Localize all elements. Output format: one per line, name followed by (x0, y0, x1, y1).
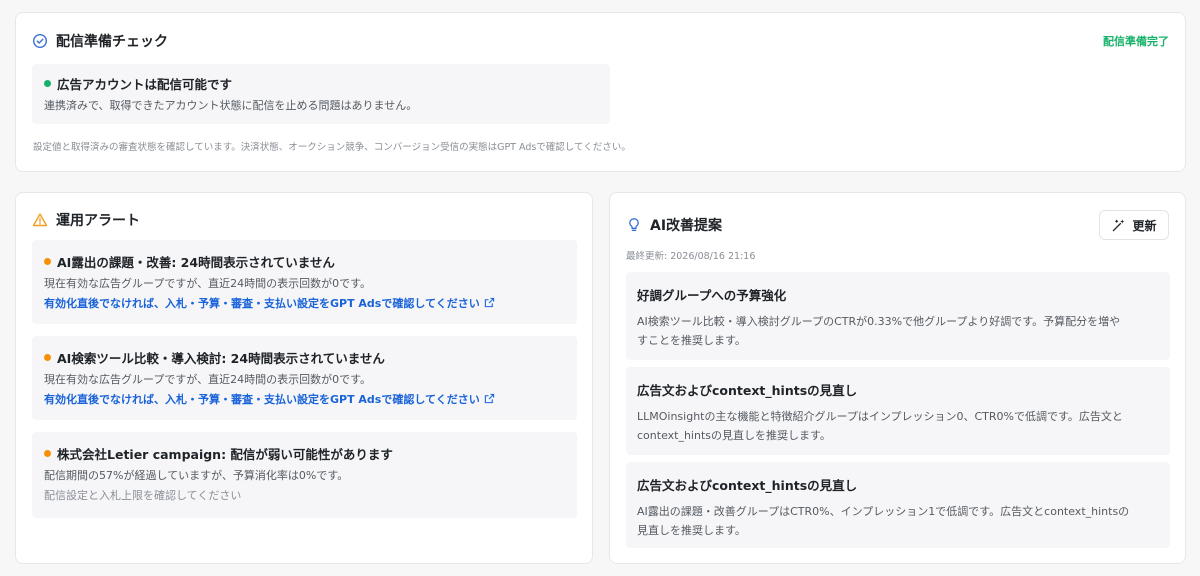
warning-dot-icon (44, 258, 51, 265)
suggestion-text: LLMOinsightの主な機能と特徴紹介グループはインプレッション0、CTR0… (637, 407, 1159, 446)
readiness-card: 配信準備チェック 配信準備完了 広告アカウントは配信可能です 連携済みで、取得で… (15, 12, 1186, 172)
ai-header: AI改善提案 (626, 215, 722, 235)
warning-dot-icon (44, 450, 51, 457)
suggestion-title: 広告文およびcontext_hintsの見直し (637, 478, 858, 493)
alert-text: 現在有効な広告グループですが、直近24時間の表示回数が0です。 (44, 373, 372, 386)
suggestion-title: 好調グループへの予算強化 (637, 288, 787, 303)
suggestion-item: 好調グループへの予算強化 AI検索ツール比較・導入検討グループのCTRが0.33… (626, 272, 1170, 360)
alert-text: 現在有効な広告グループですが、直近24時間の表示回数が0です。 (44, 277, 372, 290)
ai-title: AI改善提案 (650, 218, 723, 234)
account-status-title-row: 広告アカウントは配信可能です (44, 74, 598, 93)
alert-item: AI検索ツール比較・導入検討: 24時間表示されていません 現在有効な広告グルー… (32, 336, 577, 420)
alert-title-row: AI検索ツール比較・導入検討: 24時間表示されていません (44, 348, 565, 367)
alert-title: AI露出の課題・改善: 24時間表示されていません (57, 255, 335, 270)
suggestion-text: AI露出の課題・改善グループはCTR0%、インプレッション1で低調です。広告文と… (637, 502, 1159, 541)
alerts-card: 運用アラート AI露出の課題・改善: 24時間表示されていません 現在有効な広告… (15, 192, 593, 564)
warning-dot-icon (44, 354, 51, 361)
external-link-icon[interactable] (484, 297, 495, 308)
alert-sub-text: 配信設定と入札上限を確認してください (44, 488, 242, 502)
suggestion-text: AI検索ツール比較・導入検討グループのCTRが0.33%で他グループより好調です… (637, 312, 1159, 351)
alert-link[interactable]: 有効化直後でなければ、入札・予算・審査・支払い設定をGPT Adsで確認してくだ… (44, 295, 565, 311)
alert-title-row: AI露出の課題・改善: 24時間表示されていません (44, 252, 565, 271)
external-link-icon[interactable] (484, 393, 495, 404)
magic-wand-icon[interactable] (1111, 218, 1126, 233)
lightbulb-icon (626, 217, 642, 233)
account-status-title: 広告アカウントは配信可能です (57, 77, 233, 92)
suggestion-text-line: LLMOinsightの主な機能と特徴紹介グループはインプレッション0、CTR0… (637, 410, 1123, 423)
refresh-button-label[interactable]: 更新 (1132, 217, 1156, 234)
suggestion-text-line: context_hintsの見直しを推奨します。 (637, 429, 831, 443)
suggestion-text-line: AI検索ツール比較・導入検討グループのCTRが0.33%で他グループより好調です… (637, 315, 1121, 328)
readiness-footnote: 設定値と取得済みの審査状態を確認しています。決済状態、オークション競争、コンバー… (33, 142, 631, 153)
suggestion-title: 広告文およびcontext_hintsの見直し (637, 383, 858, 398)
alerts-header: 運用アラート (32, 210, 140, 230)
alert-item: AI露出の課題・改善: 24時間表示されていません 現在有効な広告グループですが… (32, 240, 577, 324)
alert-link-label[interactable]: 有効化直後でなければ、入札・予算・審査・支払い設定をGPT Adsで確認してくだ… (44, 295, 480, 311)
readiness-title: 配信準備チェック (56, 34, 168, 50)
account-status-text: 連携済みで、取得できたアカウント状態に配信を止める問題はありません。 (44, 99, 418, 112)
alert-title: AI検索ツール比較・導入検討: 24時間表示されていません (57, 351, 385, 366)
last-updated: 最終更新: 2026/08/16 21:16 (626, 251, 756, 262)
check-circle-icon (32, 33, 48, 49)
suggestion-text-line: AI露出の課題・改善グループはCTR0%、インプレッション1で低調です。広告文と… (637, 505, 1130, 518)
suggestion-text-line: すことを推奨します。 (637, 334, 746, 348)
alerts-title: 運用アラート (56, 213, 140, 229)
ai-suggestions-card: AI改善提案 更新 最終更新: 2026/08/16 21:16 好調グループへ… (609, 192, 1186, 564)
readiness-header: 配信準備チェック (32, 31, 168, 51)
alert-link-label[interactable]: 有効化直後でなければ、入札・予算・審査・支払い設定をGPT Adsで確認してくだ… (44, 391, 480, 407)
warning-triangle-icon (32, 212, 48, 228)
refresh-button[interactable]: 更新 (1099, 210, 1169, 240)
alert-title: 株式会社Letier campaign: 配信が弱い可能性があります (57, 447, 393, 462)
suggestion-item: 広告文およびcontext_hintsの見直し AI露出の課題・改善グループはC… (626, 462, 1170, 548)
readiness-status-badge: 配信準備完了 (1103, 35, 1169, 48)
alert-item: 株式会社Letier campaign: 配信が弱い可能性があります 配信期間の… (32, 432, 577, 518)
alert-link[interactable]: 有効化直後でなければ、入札・予算・審査・支払い設定をGPT Adsで確認してくだ… (44, 391, 565, 407)
account-status-box: 広告アカウントは配信可能です 連携済みで、取得できたアカウント状態に配信を止める… (32, 64, 610, 124)
alert-text: 配信期間の57%が経過していますが、予算消化率は0%です。 (44, 469, 349, 482)
suggestion-text-line: 見直しを推奨します。 (637, 524, 746, 538)
alert-title-row: 株式会社Letier campaign: 配信が弱い可能性があります (44, 444, 565, 463)
status-dot-icon (44, 80, 51, 87)
suggestion-item: 広告文およびcontext_hintsの見直し LLMOinsightの主な機能… (626, 367, 1170, 455)
